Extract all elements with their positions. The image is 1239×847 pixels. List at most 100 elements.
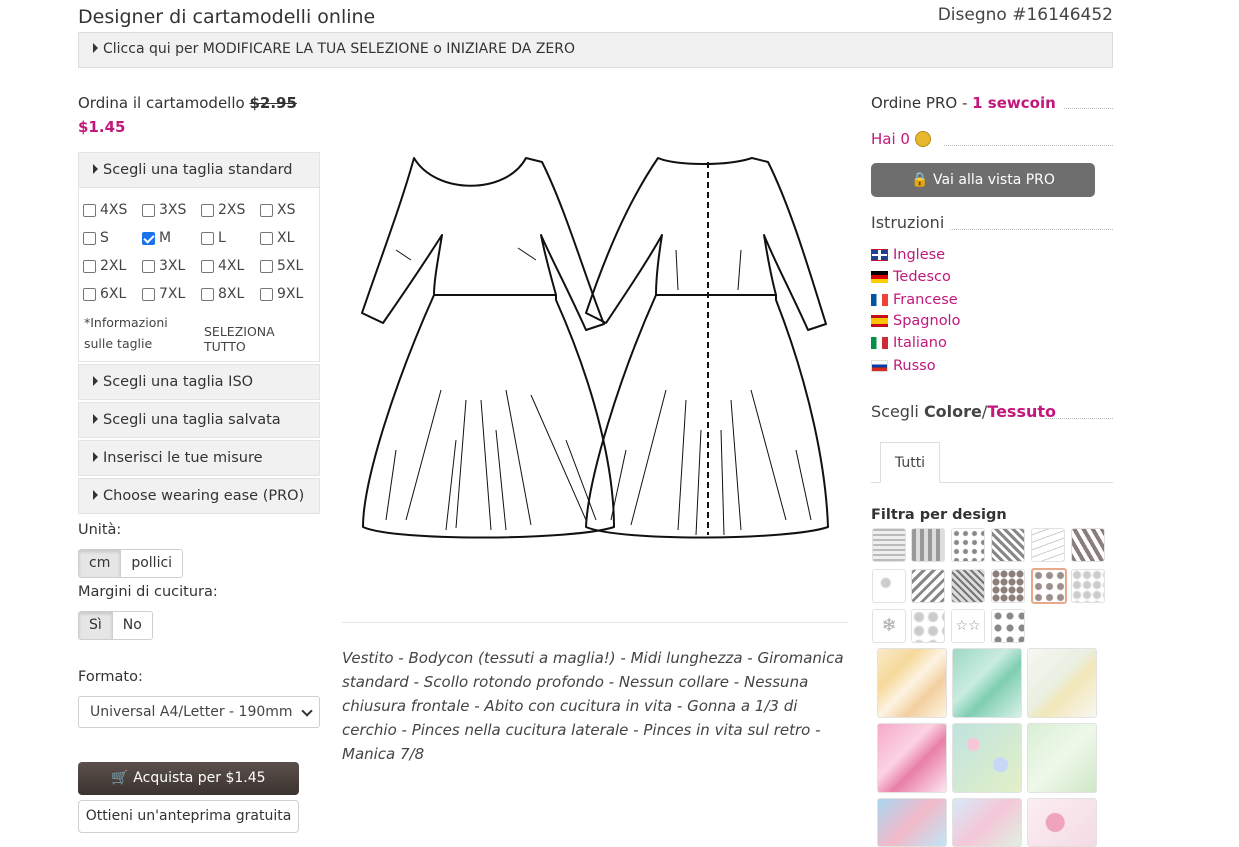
select-all-button[interactable]: SELEZIONA TUTTO [204,324,319,354]
fabric-swatch[interactable] [877,798,947,847]
saved-size-header[interactable]: Scegli una taglia salvata [78,402,320,438]
fabric-swatch[interactable] [1027,798,1097,847]
design-swatch-leopard[interactable] [991,569,1025,603]
checkbox[interactable] [83,231,96,245]
caret-right-icon [93,164,98,174]
checkbox[interactable] [260,231,273,245]
checkbox-checked[interactable] [142,231,155,245]
format-select[interactable]: Universal A4/Letter - 190mm [78,696,320,728]
fabric-swatch[interactable] [952,798,1022,847]
checkbox[interactable] [260,203,273,217]
wearing-ease-header[interactable]: Choose wearing ease (PRO) [78,478,320,514]
fabric-swatch[interactable] [1027,648,1097,718]
instructions-link-german[interactable]: Tedesco [871,269,951,285]
design-swatch-herringbone[interactable] [951,569,985,603]
size-option-6xl[interactable]: 6XL [83,286,142,302]
order-label: Ordina il cartamodello [78,94,245,112]
pro-view-button[interactable]: 🔒 Vai alla vista PRO [871,163,1095,197]
checkbox[interactable] [201,287,214,301]
standard-size-header[interactable]: Scegli una taglia standard [78,152,320,188]
size-option-8xl[interactable]: 8XL [201,286,260,302]
fabric-swatch[interactable] [877,648,947,718]
pattern-description: Vestito - Bodycon (tessuti a maglia!) - … [342,649,844,763]
size-info-link[interactable]: *Informazioni sulle taglie [84,312,184,354]
design-swatch-flowers[interactable] [1071,569,1105,603]
size-option-3xs[interactable]: 3XS [142,202,201,218]
checkbox[interactable] [83,287,96,301]
checkbox[interactable] [260,287,273,301]
buy-button-label: Acquista per $1.45 [133,770,266,786]
size-option-2xs[interactable]: 2XS [201,202,260,218]
design-swatch-script[interactable] [1031,528,1065,562]
checkbox[interactable] [142,203,155,217]
language-label: Inglese [893,247,946,263]
checkbox[interactable] [142,259,155,273]
checkbox[interactable] [83,203,96,217]
instructions-title: Istruzioni [871,213,945,232]
coin-balance: Hai 0 [871,130,931,148]
fabric-swatch[interactable] [952,723,1022,793]
size-option-l[interactable]: L [201,230,260,246]
size-option-s[interactable]: S [83,230,142,246]
size-option-3xl[interactable]: 3XL [142,258,201,274]
germany-flag-icon [871,271,888,283]
design-swatch-deer[interactable]: ❄ [872,609,906,643]
fabric-swatch[interactable] [877,723,947,793]
design-swatch-zebra[interactable] [1071,528,1105,562]
checkbox[interactable] [201,231,214,245]
checkbox[interactable] [201,259,214,273]
size-label: 9XL [277,286,304,302]
design-swatch-animals[interactable] [991,609,1025,643]
size-option-4xs[interactable]: 4XS [83,202,142,218]
iso-size-header[interactable]: Scegli una taglia ISO [78,364,320,400]
design-swatch-paisley[interactable] [872,569,906,603]
fabric-swatch[interactable] [1027,723,1097,793]
design-swatch-houndstooth[interactable] [991,528,1025,562]
size-option-xl[interactable]: XL [260,230,319,246]
russia-flag-icon [871,360,888,372]
seam-yes-button[interactable]: Sì [79,612,113,639]
size-option-9xl[interactable]: 9XL [260,286,319,302]
instructions-link-spanish[interactable]: Spagnolo [871,313,960,329]
checkbox[interactable] [260,259,273,273]
unit-cm-button[interactable]: cm [79,550,122,577]
instructions-link-english[interactable]: Inglese [871,247,945,263]
design-swatch-dots[interactable] [951,528,985,562]
free-preview-button[interactable]: Ottieni un'anteprima gratuita [78,800,299,833]
size-label: 4XL [218,258,245,274]
measurements-header[interactable]: Inserisci le tue misure [78,440,320,476]
design-swatch-gingham[interactable] [911,528,945,562]
instructions-link-italian[interactable]: Italiano [871,335,947,351]
instructions-link-french[interactable]: Francese [871,292,958,308]
tab-all[interactable]: Tutti [880,442,940,483]
design-swatch-chevron[interactable] [911,569,945,603]
checkbox[interactable] [142,287,155,301]
design-swatch-floral-selected[interactable] [1031,568,1067,604]
size-label: 8XL [218,286,245,302]
choose-prefix: Scegli [871,402,924,421]
size-option-4xl[interactable]: 4XL [201,258,260,274]
dotted-leader [944,145,1113,146]
size-option-2xl[interactable]: 2XL [83,258,142,274]
language-label: Russo [893,358,936,374]
size-option-m[interactable]: M [142,230,201,246]
unit-inches-button[interactable]: pollici [121,550,183,577]
design-swatch-stars[interactable]: ☆☆ [951,609,985,643]
buy-button[interactable]: 🛒 Acquista per $1.45 [78,762,299,795]
instructions-link-russian[interactable]: Russo [871,358,936,374]
size-option-7xl[interactable]: 7XL [142,286,201,302]
design-swatch-roses[interactable] [911,609,945,643]
modify-selection-bar[interactable]: Clicca qui per MODIFICARE LA TUA SELEZIO… [78,32,1113,68]
sewcoin-icon [914,131,931,147]
design-swatch-plaid[interactable] [872,528,906,562]
divider [342,622,848,623]
design-id: Disegno #16146452 [937,5,1113,25]
fabric-swatch[interactable] [952,648,1022,718]
seam-no-button[interactable]: No [112,612,152,639]
checkbox[interactable] [201,203,214,217]
checkbox[interactable] [83,259,96,273]
seam-allowance-toggle: Sì No [78,611,153,640]
size-option-xs[interactable]: XS [260,202,319,218]
caret-right-icon [93,490,98,500]
size-option-5xl[interactable]: 5XL [260,258,319,274]
